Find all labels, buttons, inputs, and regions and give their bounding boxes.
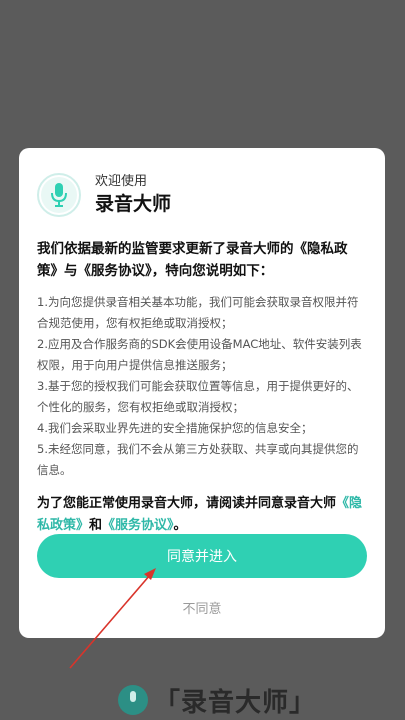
microphone-icon (41, 177, 77, 213)
privacy-dialog: 欢迎使用 录音大师 我们依据最新的监管要求更新了录音大师的《隐私政策》与《服务协… (19, 148, 385, 638)
list-item: 1.为向您提供录音相关基本功能，我们可能会获取录音权限并符合规范使用，您有权拒绝… (37, 295, 359, 330)
welcome-text: 欢迎使用 (95, 174, 148, 189)
list-item: 5.未经您同意，我们不会从第三方处获取、共享或向其提供您的信息。 (37, 442, 359, 477)
microphone-icon (118, 685, 148, 715)
intro-text: 我们依据最新的监管要求更新了录音大师的《隐私政策》与《服务协议》，特向您说明如下… (37, 241, 348, 279)
list-item: 3.基于您的授权我们可能会获取位置等信息，用于提供更好的、个性化的服务，您有权拒… (37, 379, 359, 414)
app-logo (37, 173, 81, 217)
dialog-header: 欢迎使用 录音大师 (37, 148, 367, 234)
terms-list: 1.为向您提供录音相关基本功能，我们可能会获取录音权限并符合规范使用，您有权拒绝… (37, 292, 367, 481)
list-item: 4.我们会采取业界先进的安全措施保护您的信息安全； (37, 421, 313, 435)
dialog-titles: 欢迎使用 录音大师 (95, 173, 171, 217)
background-brand: 「录音大师」 (118, 680, 316, 720)
closing-prefix: 为了您能正常使用录音大师，请阅读并同意录音大师 (37, 496, 337, 511)
closing-and: 和 (89, 518, 103, 533)
list-item: 2.应用及合作服务商的SDK会使用设备MAC地址、软件安装列表权限，用于向用户提… (37, 337, 362, 372)
agree-and-enter-button[interactable]: 同意并进入 (37, 534, 367, 578)
closing-text: 为了您能正常使用录音大师，请阅读并同意录音大师《隐私政策》和《服务协议》。 (37, 493, 367, 537)
background-app-title: 「录音大师」 (154, 687, 317, 718)
closing-suffix: 。 (173, 518, 187, 533)
disagree-button[interactable]: 不同意 (37, 592, 367, 622)
service-agreement-link[interactable]: 《服务协议》 (102, 518, 174, 533)
app-name: 录音大师 (95, 193, 172, 215)
